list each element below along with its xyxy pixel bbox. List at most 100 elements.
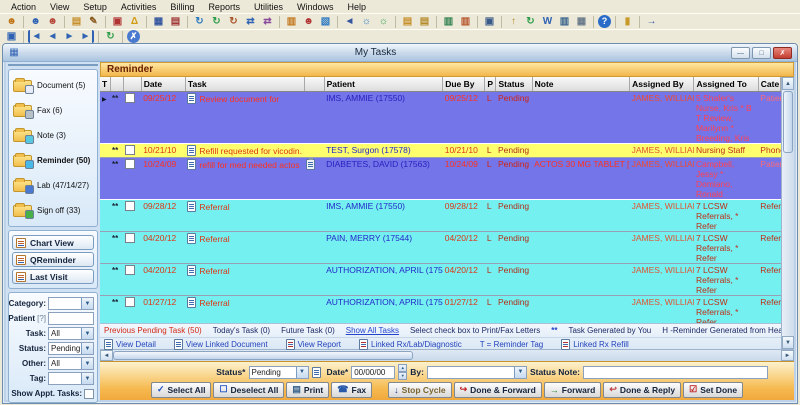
growth-chart-icon[interactable]: ▧	[318, 15, 333, 28]
help-icon[interactable]: ?	[598, 15, 611, 28]
task-document-icon[interactable]	[187, 201, 196, 212]
column-header-blank-1[interactable]	[110, 77, 123, 91]
web-portal-icon[interactable]: ☼	[359, 15, 374, 28]
word-export-icon[interactable]: W	[540, 15, 555, 28]
scroll-right-icon[interactable]: ►	[781, 350, 794, 361]
task-row[interactable]: **10/21/10Refill requested for vicodin.T…	[100, 143, 781, 157]
organization-icon[interactable]: ▦	[574, 15, 589, 28]
patient-icon[interactable]: ☻	[4, 15, 19, 28]
delete-document-icon[interactable]: ▣	[110, 15, 125, 28]
maximize-button[interactable]: □	[752, 47, 771, 59]
vertical-scroll-thumb[interactable]	[783, 91, 793, 153]
column-header-date[interactable]: Date	[141, 77, 185, 91]
menu-item-setup[interactable]: Setup	[76, 2, 114, 12]
sidebar-item-fax[interactable]: Fax (6)	[11, 98, 95, 123]
footer-status-select[interactable]: Pending▼	[249, 366, 309, 379]
stop-cycle-button[interactable]: ↓Stop Cycle	[388, 382, 451, 398]
task-document-icon[interactable]	[187, 297, 196, 308]
sync-update-icon[interactable]: ↻	[523, 15, 538, 28]
chevron-down-icon[interactable]: ▼	[296, 367, 308, 378]
patient-help-icon[interactable]: [?]	[37, 314, 46, 323]
deselect-all-button[interactable]: ☐Deselect All	[213, 382, 284, 398]
done-and-forward-button[interactable]: ↪Done & Forward	[454, 382, 542, 398]
column-header-p[interactable]: P	[485, 77, 496, 91]
task-document-icon[interactable]	[187, 145, 196, 156]
select-all-button[interactable]: ✓Select All	[151, 382, 212, 398]
column-header-t[interactable]: T	[100, 77, 110, 91]
previous-record-icon[interactable]: ◄	[45, 30, 60, 43]
save-icon[interactable]: ▣	[4, 30, 19, 43]
last-record-icon[interactable]: ►	[79, 30, 94, 43]
row-checkbox[interactable]	[125, 297, 135, 307]
minimize-button[interactable]: —	[731, 47, 750, 59]
category-select[interactable]: ▼	[48, 297, 94, 310]
task-window-icon[interactable]: ▥	[284, 15, 299, 28]
column-header-blank-2[interactable]	[123, 77, 141, 91]
column-header-assigned-to[interactable]: Assigned To	[694, 77, 758, 91]
menu-item-action[interactable]: Action	[4, 2, 43, 12]
row-checkbox[interactable]	[125, 145, 135, 155]
sidebar-item-reminder[interactable]: Reminder (50)	[11, 148, 95, 173]
chevron-down-icon[interactable]: ▼	[81, 358, 93, 369]
footer-by-select[interactable]: ▼	[427, 366, 527, 379]
menu-item-windows[interactable]: Windows	[290, 2, 341, 12]
task-select[interactable]: All▼	[48, 327, 94, 340]
task-document-icon[interactable]	[187, 159, 196, 170]
spinner-up-icon[interactable]: ▲	[398, 364, 407, 372]
print-preview-icon[interactable]: ▥	[557, 15, 572, 28]
tag-select[interactable]: ▼	[48, 372, 94, 385]
refresh-icon[interactable]: ↻	[103, 30, 118, 43]
refresh-tasks-icon[interactable]: ↻	[192, 15, 207, 28]
vertical-scrollbar[interactable]: ▲ ▼	[781, 77, 794, 349]
status-note-icon[interactable]	[312, 367, 321, 378]
menu-item-utilities[interactable]: Utilities	[247, 2, 290, 12]
photo-icon[interactable]: ▣	[482, 15, 497, 28]
linked-item-icon[interactable]	[306, 159, 315, 170]
show-appt-checkbox[interactable]	[84, 389, 94, 399]
legend-view-detail[interactable]: View Detail	[104, 339, 156, 350]
scroll-left-icon[interactable]: ◄	[100, 350, 113, 361]
sidebar-button-qreminder[interactable]: QReminder	[12, 252, 94, 267]
sidebar-item-note[interactable]: Note (3)	[11, 123, 95, 148]
legend-t-reminder-tag[interactable]: T = Reminder Tag	[480, 340, 544, 349]
sidebar-button-last-visit[interactable]: Last Visit	[12, 269, 94, 284]
task-row[interactable]: **01/27/12ReferralAUTHORIZATION, APRIL (…	[100, 295, 781, 323]
chevron-down-icon[interactable]: ▼	[514, 367, 526, 378]
chevron-down-icon[interactable]: ▼	[81, 343, 93, 354]
fax-button[interactable]: ☎Fax	[331, 382, 372, 398]
row-checkbox[interactable]	[125, 233, 135, 243]
row-checkbox[interactable]	[125, 159, 135, 169]
patient-input[interactable]	[48, 312, 94, 325]
check-out-icon[interactable]: ◄	[342, 15, 357, 28]
folder-transfer-icon[interactable]: ▤	[417, 15, 432, 28]
legend-linked-rx-refill[interactable]: Linked Rx Refill	[561, 339, 629, 350]
row-checkbox[interactable]	[125, 265, 135, 275]
row-checkbox[interactable]	[125, 201, 135, 211]
legend-view-linked-document[interactable]: View Linked Document	[174, 339, 268, 350]
column-header-due-by[interactable]: Due By	[443, 77, 485, 91]
title-bar[interactable]: ▦ My Tasks —□✗	[3, 44, 797, 62]
close-icon[interactable]: ✗	[127, 30, 140, 43]
sync-patient-icon[interactable]: ↻	[226, 15, 241, 28]
close-button[interactable]: ✗	[773, 47, 792, 59]
patient-flow-icon[interactable]: ☻	[301, 15, 316, 28]
menu-item-reports[interactable]: Reports	[201, 2, 247, 12]
first-record-icon[interactable]: ◄	[28, 30, 43, 43]
spinner-down-icon[interactable]: ▼	[398, 372, 407, 380]
column-header-blank-5[interactable]	[304, 77, 324, 91]
menu-item-activities[interactable]: Activities	[114, 2, 164, 12]
send-file-icon[interactable]: ↑	[506, 15, 521, 28]
lock-icon[interactable]: ▮	[620, 15, 635, 28]
logout-icon[interactable]: →	[644, 15, 659, 28]
menu-item-billing[interactable]: Billing	[163, 2, 201, 12]
status-select[interactable]: Pending▼	[48, 342, 94, 355]
task-document-icon[interactable]	[187, 265, 196, 276]
sync-green-icon[interactable]: ↻	[209, 15, 224, 28]
menu-item-help[interactable]: Help	[340, 2, 373, 12]
sidebar-item-signoff[interactable]: Sign off (33)	[11, 198, 95, 223]
web-sync-icon[interactable]: ☼	[376, 15, 391, 28]
column-header-patient[interactable]: Patient	[324, 77, 443, 91]
scroll-down-icon[interactable]: ▼	[782, 336, 794, 349]
menu-item-view[interactable]: View	[43, 2, 76, 12]
column-header-note[interactable]: Note	[532, 77, 630, 91]
